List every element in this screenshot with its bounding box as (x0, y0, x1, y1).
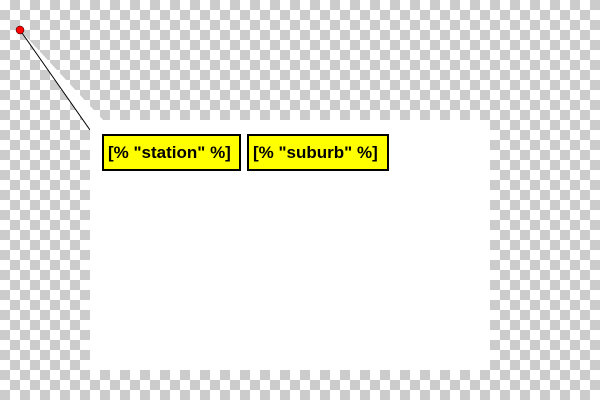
callout-pointer-edge (19, 29, 91, 131)
canvas: { "colors": { "token_background": "#ffff… (0, 0, 600, 400)
callout-pointer-tail (20, 30, 104, 130)
callout-box[interactable]: [% "station" %] [% "suburb" %] (90, 120, 490, 370)
anchor-point-icon[interactable] (15, 25, 25, 35)
station-field-token[interactable]: [% "station" %] (102, 134, 241, 171)
suburb-field-token[interactable]: [% "suburb" %] (247, 134, 389, 171)
